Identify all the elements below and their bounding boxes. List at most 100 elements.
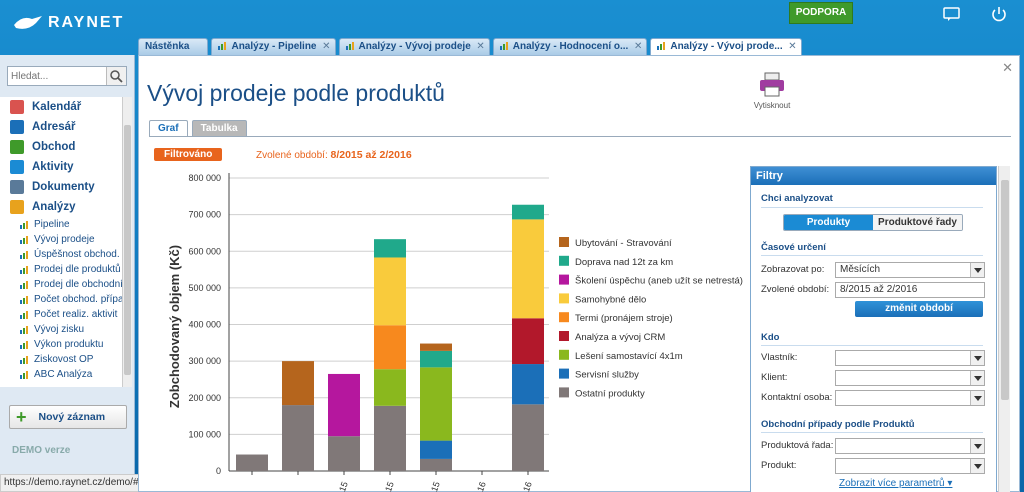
nav-sub-label: Úspěšnost obchod. <box>34 249 120 260</box>
tab-0[interactable]: Nástěnka <box>138 38 209 55</box>
legend-swatch <box>559 387 569 398</box>
legend-label: Ostatní produkty <box>575 388 645 399</box>
search-button[interactable] <box>106 67 126 85</box>
tab-close-icon[interactable]: ✕ <box>476 39 484 54</box>
chevron-down-icon[interactable] <box>970 371 984 385</box>
sidebar-subitem-7[interactable]: Vývoj zisku <box>0 322 122 337</box>
period-label: Zvolené období: <box>256 150 328 161</box>
bar-segment <box>420 440 452 459</box>
toggle-products[interactable]: Produkty <box>784 215 873 230</box>
period-field[interactable]: 8/2015 až 2/2016 <box>835 282 985 298</box>
bar-chart-icon <box>20 221 28 229</box>
legend-swatch <box>559 368 569 379</box>
legend-label: Školení úspěchu (aneb užít se netrestá) <box>575 276 743 287</box>
sidebar-subitem-2[interactable]: Úspěšnost obchod. <box>0 247 122 262</box>
tab-table[interactable]: Tabulka <box>191 120 247 136</box>
bar-chart-icon <box>20 371 28 379</box>
bar-segment <box>374 405 406 471</box>
show-by-value: Měsících <box>840 264 881 275</box>
support-button[interactable]: PODPORA <box>789 2 853 24</box>
sidebar-subitem-1[interactable]: Vývoj prodeje <box>0 232 122 247</box>
period-field-value: 8/2015 až 2/2016 <box>840 284 918 295</box>
bar-segment <box>328 436 360 471</box>
sidebar-item-5[interactable]: Analýzy <box>0 197 122 217</box>
contact-select[interactable] <box>835 390 985 406</box>
bar-segment <box>420 350 452 368</box>
sidebar-subitem-8[interactable]: Výkon produktu <box>0 337 122 352</box>
sidebar-item-3[interactable]: Aktivity <box>0 157 122 177</box>
x-tick-label: 15 <box>337 480 350 492</box>
section-who: Kdo <box>761 332 780 343</box>
chevron-down-icon[interactable] <box>970 439 984 453</box>
x-tick-label: 16 <box>475 480 488 492</box>
power-icon[interactable] <box>989 6 1009 22</box>
raynet-logo[interactable]: RAYNET <box>14 14 124 32</box>
bar-chart-icon <box>499 42 508 50</box>
toggle-product-lines[interactable]: Produktové řady <box>873 215 962 230</box>
bar-chart-icon <box>20 266 28 274</box>
tab-3[interactable]: Analýzy - Hodnocení o... ✕ <box>492 38 648 55</box>
sidebar-item-0[interactable]: Kalendář <box>0 97 122 117</box>
client-select[interactable] <box>835 370 985 386</box>
sidebar-item-4[interactable]: Dokumenty <box>0 177 122 197</box>
nav-icon <box>10 160 24 174</box>
new-record-button[interactable]: + Nový záznam <box>9 405 127 429</box>
owner-select[interactable] <box>835 350 985 366</box>
tab-1[interactable]: Analýzy - Pipeline ✕ <box>211 38 336 55</box>
bar-chart-icon <box>20 341 28 349</box>
sidebar-subitem-0[interactable]: Pipeline <box>0 217 122 232</box>
search-box <box>7 66 127 86</box>
top-bar: RAYNET PODPORA <box>0 0 1024 40</box>
product-select[interactable] <box>835 458 985 474</box>
nav-sub-label: Prodej dle produktů <box>34 264 121 275</box>
sidebar-subitem-6[interactable]: Počet realiz. aktivit <box>0 307 122 322</box>
tab-close-icon[interactable]: ✕ <box>634 39 642 54</box>
sidebar-subitem-4[interactable]: Prodej dle obchodníků <box>0 277 122 292</box>
chevron-down-icon[interactable] <box>970 391 984 405</box>
sidebar-item-2[interactable]: Obchod <box>0 137 122 157</box>
scrollbar-thumb[interactable] <box>124 125 131 375</box>
nav-label: Kalendář <box>32 101 82 113</box>
section-divider <box>761 255 983 256</box>
section-time: Časové určení <box>761 242 826 253</box>
product-line-select[interactable] <box>835 438 985 454</box>
tab-close-icon[interactable]: ✕ <box>788 39 796 54</box>
legend-swatch <box>559 331 569 341</box>
chevron-down-icon[interactable] <box>970 459 984 473</box>
print-button[interactable]: Vytisknout <box>747 71 797 110</box>
chevron-down-icon[interactable] <box>970 263 984 277</box>
sidebar-item-1[interactable]: Adresář <box>0 117 122 137</box>
search-input[interactable] <box>8 67 106 85</box>
more-params-link[interactable]: Zobrazit více parametrů ▾ <box>839 478 952 489</box>
tab-graph[interactable]: Graf <box>149 120 188 136</box>
tab-close-icon[interactable]: ✕ <box>322 39 330 54</box>
content-scrollbar[interactable] <box>998 166 1010 492</box>
sidebar-subitem-3[interactable]: Prodej dle produktů <box>0 262 122 277</box>
sidebar-scrollbar[interactable] <box>122 97 132 387</box>
change-period-button[interactable]: změnit období <box>855 301 983 317</box>
sidebar-subitem-5[interactable]: Počet obchod. případů <box>0 292 122 307</box>
bar-segment <box>374 257 406 326</box>
chat-icon[interactable] <box>942 6 962 22</box>
filtered-badge: Filtrováno <box>154 148 223 161</box>
tab-2[interactable]: Analýzy - Vývoj prodeje ✕ <box>338 38 490 55</box>
bar-segment <box>420 343 452 351</box>
chevron-down-icon[interactable] <box>970 351 984 365</box>
bar-segment <box>512 318 544 365</box>
y-tick-label: 200 000 <box>188 393 221 403</box>
more-params-text: Zobrazit více parametrů <box>839 478 945 489</box>
legend-label: Doprava nad 12t za km <box>575 257 673 268</box>
show-by-select[interactable]: Měsících <box>835 262 985 278</box>
client-label: Klient: <box>761 372 788 383</box>
bar-segment <box>374 325 406 370</box>
sidebar-subitem-10[interactable]: ABC Analýza <box>0 367 122 382</box>
print-label: Vytisknout <box>753 101 791 110</box>
close-icon[interactable]: ✕ <box>1002 60 1013 76</box>
scrollbar-thumb[interactable] <box>1001 180 1009 400</box>
nav-sub-label: Vývoj prodeje <box>34 234 95 245</box>
bar-segment <box>236 454 268 471</box>
sidebar-subitem-9[interactable]: Ziskovost OP <box>0 352 122 367</box>
tab-4[interactable]: Analýzy - Vývoj prode... ✕ <box>650 38 802 55</box>
bar-chart-icon <box>20 326 28 334</box>
y-tick-label: 700 000 <box>188 210 221 220</box>
